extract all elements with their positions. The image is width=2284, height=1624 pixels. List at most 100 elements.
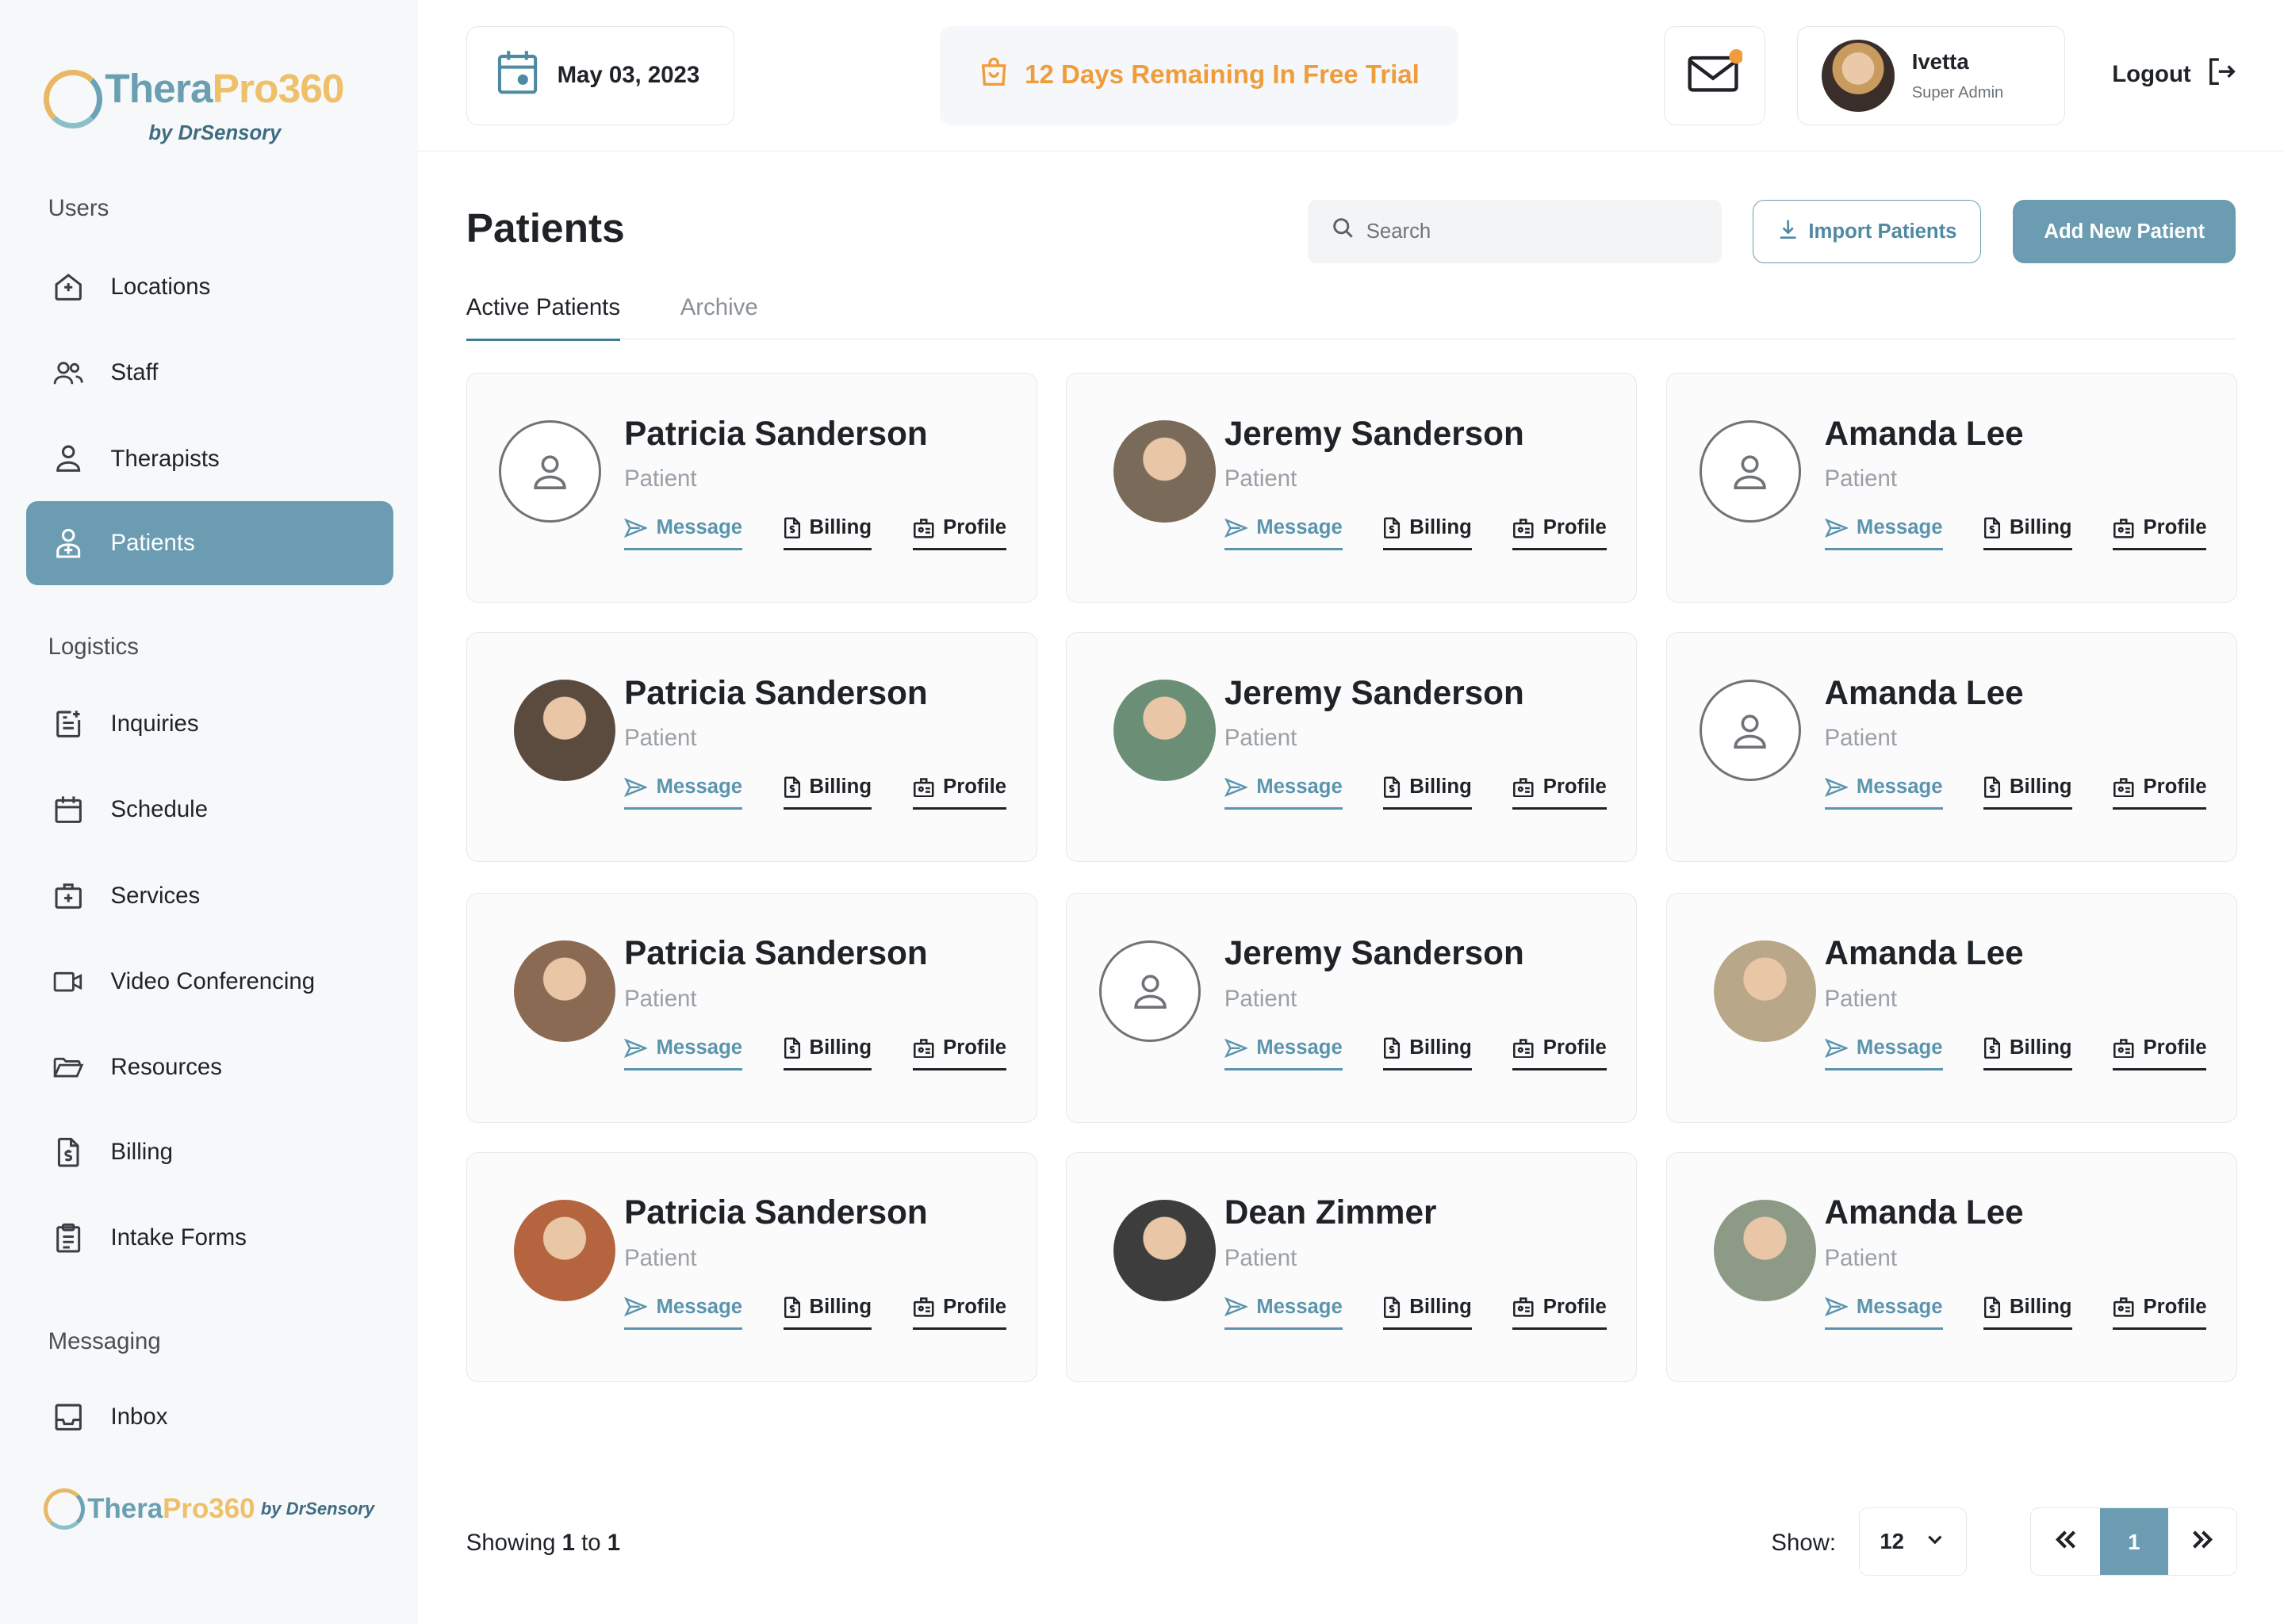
add-new-patient-button[interactable]: Add New Patient bbox=[2013, 199, 2236, 264]
billing-button[interactable]: Billing bbox=[783, 1036, 872, 1071]
patient-card[interactable]: Patricia Sanderson Patient Message Billi… bbox=[466, 1151, 1037, 1383]
patient-name[interactable]: Amanda Lee bbox=[1825, 415, 2024, 453]
message-button[interactable]: Message bbox=[1224, 776, 1343, 810]
next-page-button[interactable] bbox=[2168, 1508, 2236, 1575]
search-box[interactable] bbox=[1308, 199, 1722, 264]
profile-button[interactable]: Profile bbox=[2112, 1036, 2207, 1071]
billing-button[interactable]: Billing bbox=[783, 776, 872, 810]
sidebar-item-patients[interactable]: Patients bbox=[26, 500, 393, 586]
profile-button[interactable]: Profile bbox=[912, 1295, 1007, 1330]
brand-logo[interactable]: TheraPro360 by DrSensory bbox=[44, 64, 345, 151]
patient-name[interactable]: Patricia Sanderson bbox=[624, 934, 928, 972]
current-page-button[interactable]: 1 bbox=[2099, 1507, 2168, 1576]
patient-name[interactable]: Jeremy Sanderson bbox=[1224, 934, 1524, 972]
billing-button[interactable]: Billing bbox=[1383, 776, 1472, 810]
patient-card[interactable]: Jeremy Sanderson Patient Message Billing… bbox=[1066, 892, 1638, 1124]
patient-name[interactable]: Jeremy Sanderson bbox=[1224, 674, 1524, 712]
sidebar-item-therapists[interactable]: Therapists bbox=[26, 416, 393, 501]
patient-card[interactable]: Patricia Sanderson Patient Message Billi… bbox=[466, 373, 1037, 603]
billing-button[interactable]: Billing bbox=[1383, 1036, 1472, 1071]
message-button[interactable]: Message bbox=[624, 516, 743, 551]
profile-button[interactable]: Profile bbox=[912, 776, 1007, 810]
tab-active-patients[interactable]: Active Patients bbox=[466, 294, 621, 342]
sidebar-item-staff[interactable]: Staff bbox=[26, 331, 393, 416]
patient-card[interactable]: Amanda Lee Patient Message Billing Profi… bbox=[1666, 373, 2238, 603]
sidebar-item-intake-forms[interactable]: Intake Forms bbox=[26, 1196, 393, 1281]
profile-card-icon bbox=[913, 1038, 935, 1059]
patient-card[interactable]: Amanda Lee Patient Message Billing Profi… bbox=[1666, 632, 2238, 863]
sidebar-item-label: Inquiries bbox=[110, 710, 199, 737]
profile-card-icon bbox=[1512, 1038, 1535, 1059]
profile-button[interactable]: Profile bbox=[1512, 516, 1607, 551]
free-trial-banner[interactable]: 12 Days Remaining In Free Trial bbox=[939, 26, 1458, 125]
message-button[interactable]: Message bbox=[1224, 516, 1343, 551]
patient-name[interactable]: Dean Zimmer bbox=[1224, 1193, 1437, 1231]
profile-button[interactable]: Profile bbox=[2112, 1296, 2207, 1330]
sidebar-item-billing[interactable]: Billing bbox=[26, 1110, 393, 1195]
message-button[interactable]: Message bbox=[1824, 516, 1943, 551]
message-button[interactable]: Message bbox=[624, 776, 743, 810]
send-icon bbox=[624, 518, 648, 538]
patient-name[interactable]: Amanda Lee bbox=[1825, 934, 2024, 972]
profile-button[interactable]: Profile bbox=[1512, 1296, 1607, 1330]
billing-button[interactable]: Billing bbox=[1983, 776, 2072, 810]
billing-button[interactable]: Billing bbox=[1383, 1296, 1472, 1330]
patient-role: Patient bbox=[1824, 985, 1897, 1012]
billing-button[interactable]: Billing bbox=[783, 516, 872, 551]
patient-card[interactable]: Jeremy Sanderson Patient Message Billing… bbox=[1066, 632, 1638, 863]
mail-button[interactable] bbox=[1663, 26, 1766, 125]
tab-archive[interactable]: Archive bbox=[680, 294, 758, 339]
billing-button[interactable]: Billing bbox=[1383, 516, 1472, 551]
avatar-placeholder-icon bbox=[499, 419, 601, 523]
sidebar-item-video-conferencing[interactable]: Video Conferencing bbox=[26, 940, 393, 1025]
patient-name[interactable]: Patricia Sanderson bbox=[624, 415, 928, 453]
message-button[interactable]: Message bbox=[1824, 1296, 1943, 1330]
profile-button[interactable]: Profile bbox=[912, 1036, 1007, 1071]
billing-button[interactable]: Billing bbox=[1983, 1296, 2072, 1330]
search-input[interactable] bbox=[1366, 220, 1687, 243]
message-button[interactable]: Message bbox=[624, 1296, 743, 1330]
message-button[interactable]: Message bbox=[1224, 1296, 1343, 1330]
message-button[interactable]: Message bbox=[624, 1036, 743, 1071]
sidebar-item-locations[interactable]: Locations bbox=[26, 245, 393, 330]
patient-name[interactable]: Jeremy Sanderson bbox=[1224, 415, 1524, 453]
date-display[interactable]: May 03, 2023 bbox=[466, 26, 734, 125]
page-size-select[interactable]: 12 bbox=[1858, 1507, 1967, 1576]
sidebar-item-inquiries[interactable]: Inquiries bbox=[26, 682, 393, 767]
sidebar-item-inbox[interactable]: Inbox bbox=[26, 1375, 393, 1460]
patient-name[interactable]: Patricia Sanderson bbox=[624, 1193, 928, 1231]
sidebar-item-services[interactable]: Services bbox=[26, 853, 393, 938]
patient-name[interactable]: Amanda Lee bbox=[1825, 674, 2024, 712]
billing-icon bbox=[1983, 1037, 2001, 1059]
billing-button[interactable]: Billing bbox=[1983, 1036, 2072, 1071]
profile-label: Profile bbox=[943, 1295, 1007, 1318]
patient-card[interactable]: Amanda Lee Patient Message Billing Profi… bbox=[1666, 1151, 2238, 1383]
profile-button[interactable]: Profile bbox=[2112, 516, 2207, 551]
billing-button[interactable]: Billing bbox=[1983, 516, 2072, 551]
patient-card[interactable]: Dean Zimmer Patient Message Billing Prof… bbox=[1066, 1151, 1638, 1383]
patient-tabs: Active Patients Archive bbox=[466, 285, 2236, 342]
patient-card[interactable]: Amanda Lee Patient Message Billing Profi… bbox=[1666, 892, 2238, 1124]
profile-button[interactable]: Profile bbox=[912, 516, 1007, 551]
billing-icon bbox=[784, 517, 801, 539]
patient-card[interactable]: Patricia Sanderson Patient Message Billi… bbox=[466, 632, 1037, 863]
user-profile-menu[interactable]: Ivetta Super Admin bbox=[1797, 26, 2066, 125]
patient-card[interactable]: Patricia Sanderson Patient Message Billi… bbox=[466, 892, 1037, 1124]
message-button[interactable]: Message bbox=[1824, 776, 1943, 810]
sidebar-item-schedule[interactable]: Schedule bbox=[26, 768, 393, 852]
profile-button[interactable]: Profile bbox=[1512, 776, 1607, 810]
avatar bbox=[513, 679, 616, 782]
profile-button[interactable]: Profile bbox=[1512, 1036, 1607, 1071]
logout-button[interactable]: Logout bbox=[2112, 56, 2237, 94]
prev-page-button[interactable] bbox=[2031, 1508, 2099, 1575]
profile-card-icon bbox=[1512, 777, 1535, 798]
patient-name[interactable]: Patricia Sanderson bbox=[624, 674, 928, 712]
import-patients-button[interactable]: Import Patients bbox=[1752, 199, 1981, 264]
message-button[interactable]: Message bbox=[1224, 1036, 1343, 1071]
patient-name[interactable]: Amanda Lee bbox=[1825, 1193, 2024, 1231]
message-button[interactable]: Message bbox=[1824, 1036, 1943, 1071]
sidebar-item-resources[interactable]: Resources bbox=[26, 1025, 393, 1110]
profile-button[interactable]: Profile bbox=[2112, 776, 2207, 810]
patient-card[interactable]: Jeremy Sanderson Patient Message Billing… bbox=[1066, 373, 1638, 603]
billing-button[interactable]: Billing bbox=[783, 1296, 872, 1330]
